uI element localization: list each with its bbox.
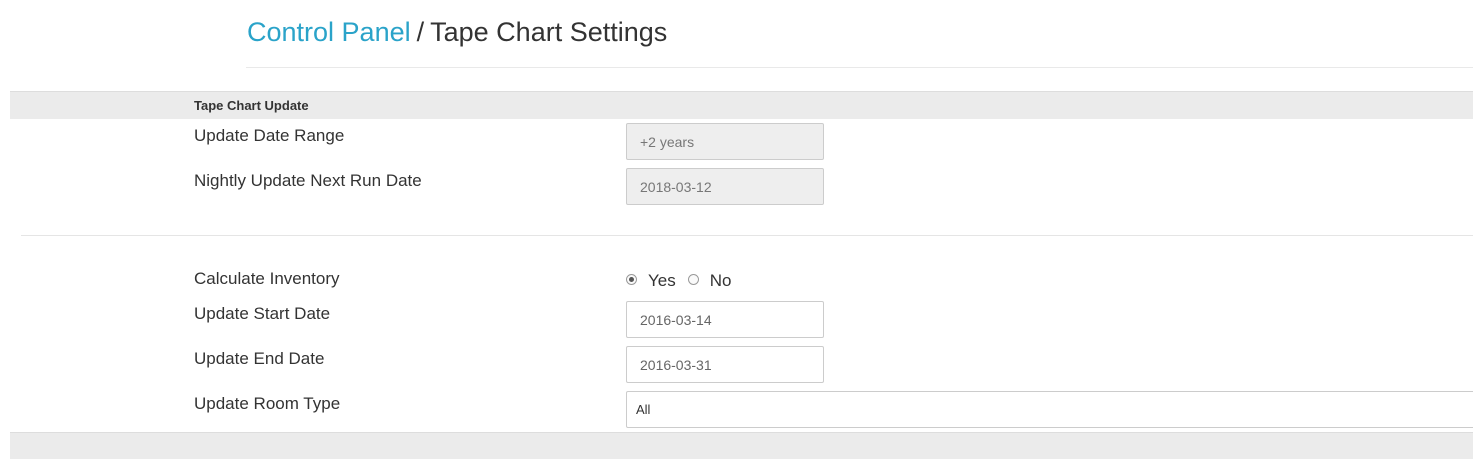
calculate-inventory-yes-radio[interactable] xyxy=(626,274,637,285)
section-title: Tape Chart Update xyxy=(194,98,309,113)
update-end-date-label: Update End Date xyxy=(194,349,325,368)
calculate-inventory-radio-group: Yes No xyxy=(626,270,743,292)
tape-chart-settings-page: Control Panel / Tape Chart Settings Tape C… xyxy=(0,0,1473,459)
breadcrumb-control-panel-link[interactable]: Control Panel xyxy=(247,17,411,47)
update-end-date-field[interactable] xyxy=(626,346,824,383)
section-header: Tape Chart Update xyxy=(10,91,1473,119)
calculate-inventory-no-radio[interactable] xyxy=(687,274,699,285)
update-room-type-label: Update Room Type xyxy=(194,394,341,413)
page-title: Tape Chart Settings xyxy=(430,17,668,47)
nightly-update-next-run-label: Nightly Update Next Run Date xyxy=(194,171,422,190)
section-divider xyxy=(21,235,1473,236)
title-divider xyxy=(246,67,1473,68)
update-room-type-select[interactable]: All xyxy=(626,391,1473,428)
update-start-date-field[interactable] xyxy=(626,301,824,338)
footer-bar xyxy=(10,432,1473,459)
update-date-range-label: Update Date Range xyxy=(194,126,345,145)
update-start-date-label: Update Start Date xyxy=(194,304,331,323)
breadcrumb: Control Panel / Tape Chart Settings xyxy=(247,14,667,50)
calculate-inventory-label: Calculate Inventory xyxy=(194,269,340,288)
calculate-inventory-yes-label[interactable]: Yes xyxy=(648,271,676,291)
nightly-update-next-run-field xyxy=(626,168,824,205)
update-date-range-field xyxy=(626,123,824,160)
breadcrumb-separator: / xyxy=(416,17,425,47)
calculate-inventory-no-label[interactable]: No xyxy=(710,271,732,291)
